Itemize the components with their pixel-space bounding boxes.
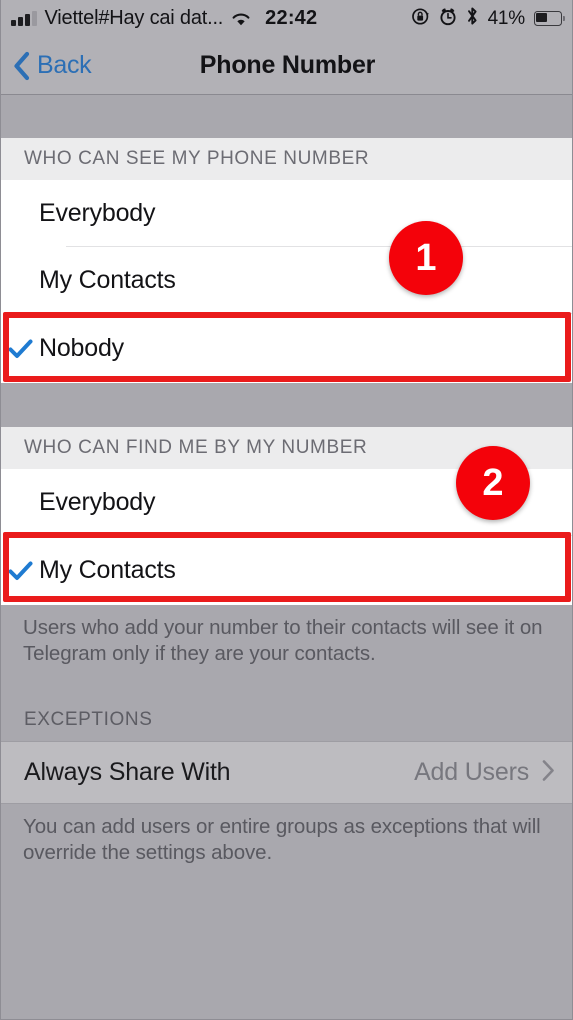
always-share-with-value-group: Add Users (414, 758, 555, 787)
checkmark-icon (1, 560, 39, 582)
alarm-clock-icon (439, 7, 457, 31)
status-bar-right: 41% (411, 0, 565, 37)
settings-list: WHO CAN SEE MY PHONE NUMBER Everybody My… (1, 96, 572, 1019)
always-share-with-value: Add Users (414, 758, 529, 786)
annotation-badge-1-number: 1 (415, 236, 437, 279)
cellular-signal-icon (11, 11, 37, 26)
option-label: Everybody (39, 199, 156, 227)
option-label: Everybody (39, 488, 156, 516)
navigation-bar: Back Phone Number (1, 37, 572, 95)
carrier-label: Viettel#Hay cai dat... (44, 7, 224, 29)
status-bar-left: Viettel#Hay cai dat... 22:42 (1, 7, 317, 30)
annotation-badge-2: 2 (456, 446, 530, 520)
section-header-who-can-see: WHO CAN SEE MY PHONE NUMBER (1, 138, 572, 180)
phone-screen: Viettel#Hay cai dat... 22:42 41% Back Ph… (0, 0, 573, 1020)
option-row-my-contacts-see[interactable]: My Contacts (1, 247, 572, 314)
section-header-exceptions: EXCEPTIONS (1, 691, 572, 741)
option-label: My Contacts (39, 266, 176, 294)
option-row-my-contacts-find[interactable]: My Contacts (1, 536, 572, 605)
option-row-nobody-see[interactable]: Nobody (1, 314, 572, 383)
always-share-with-row[interactable]: Always Share With Add Users (1, 741, 572, 804)
battery-percent-label: 41% (487, 7, 526, 29)
status-bar-clock: 22:42 (265, 7, 318, 29)
footnote-who-can-find: Users who add your number to their conta… (1, 605, 572, 691)
spacer-top (1, 96, 572, 138)
option-label: My Contacts (39, 556, 176, 584)
status-bar: Viettel#Hay cai dat... 22:42 41% (1, 0, 572, 37)
checkmark-icon (1, 338, 39, 360)
wifi-icon (231, 11, 251, 26)
page-title: Phone Number (199, 51, 376, 79)
option-row-everybody-see[interactable]: Everybody (1, 180, 572, 247)
battery-icon (534, 11, 565, 26)
annotation-badge-1: 1 (389, 221, 463, 295)
option-label: Nobody (39, 334, 124, 362)
chevron-right-icon (542, 759, 555, 787)
spacer-section-1-2 (1, 383, 572, 427)
annotation-badge-2-number: 2 (482, 461, 504, 504)
always-share-with-label: Always Share With (24, 758, 231, 786)
bluetooth-icon (466, 6, 479, 31)
footnote-exceptions: You can add users or entire groups as ex… (1, 804, 572, 884)
rotation-lock-icon (411, 7, 430, 31)
